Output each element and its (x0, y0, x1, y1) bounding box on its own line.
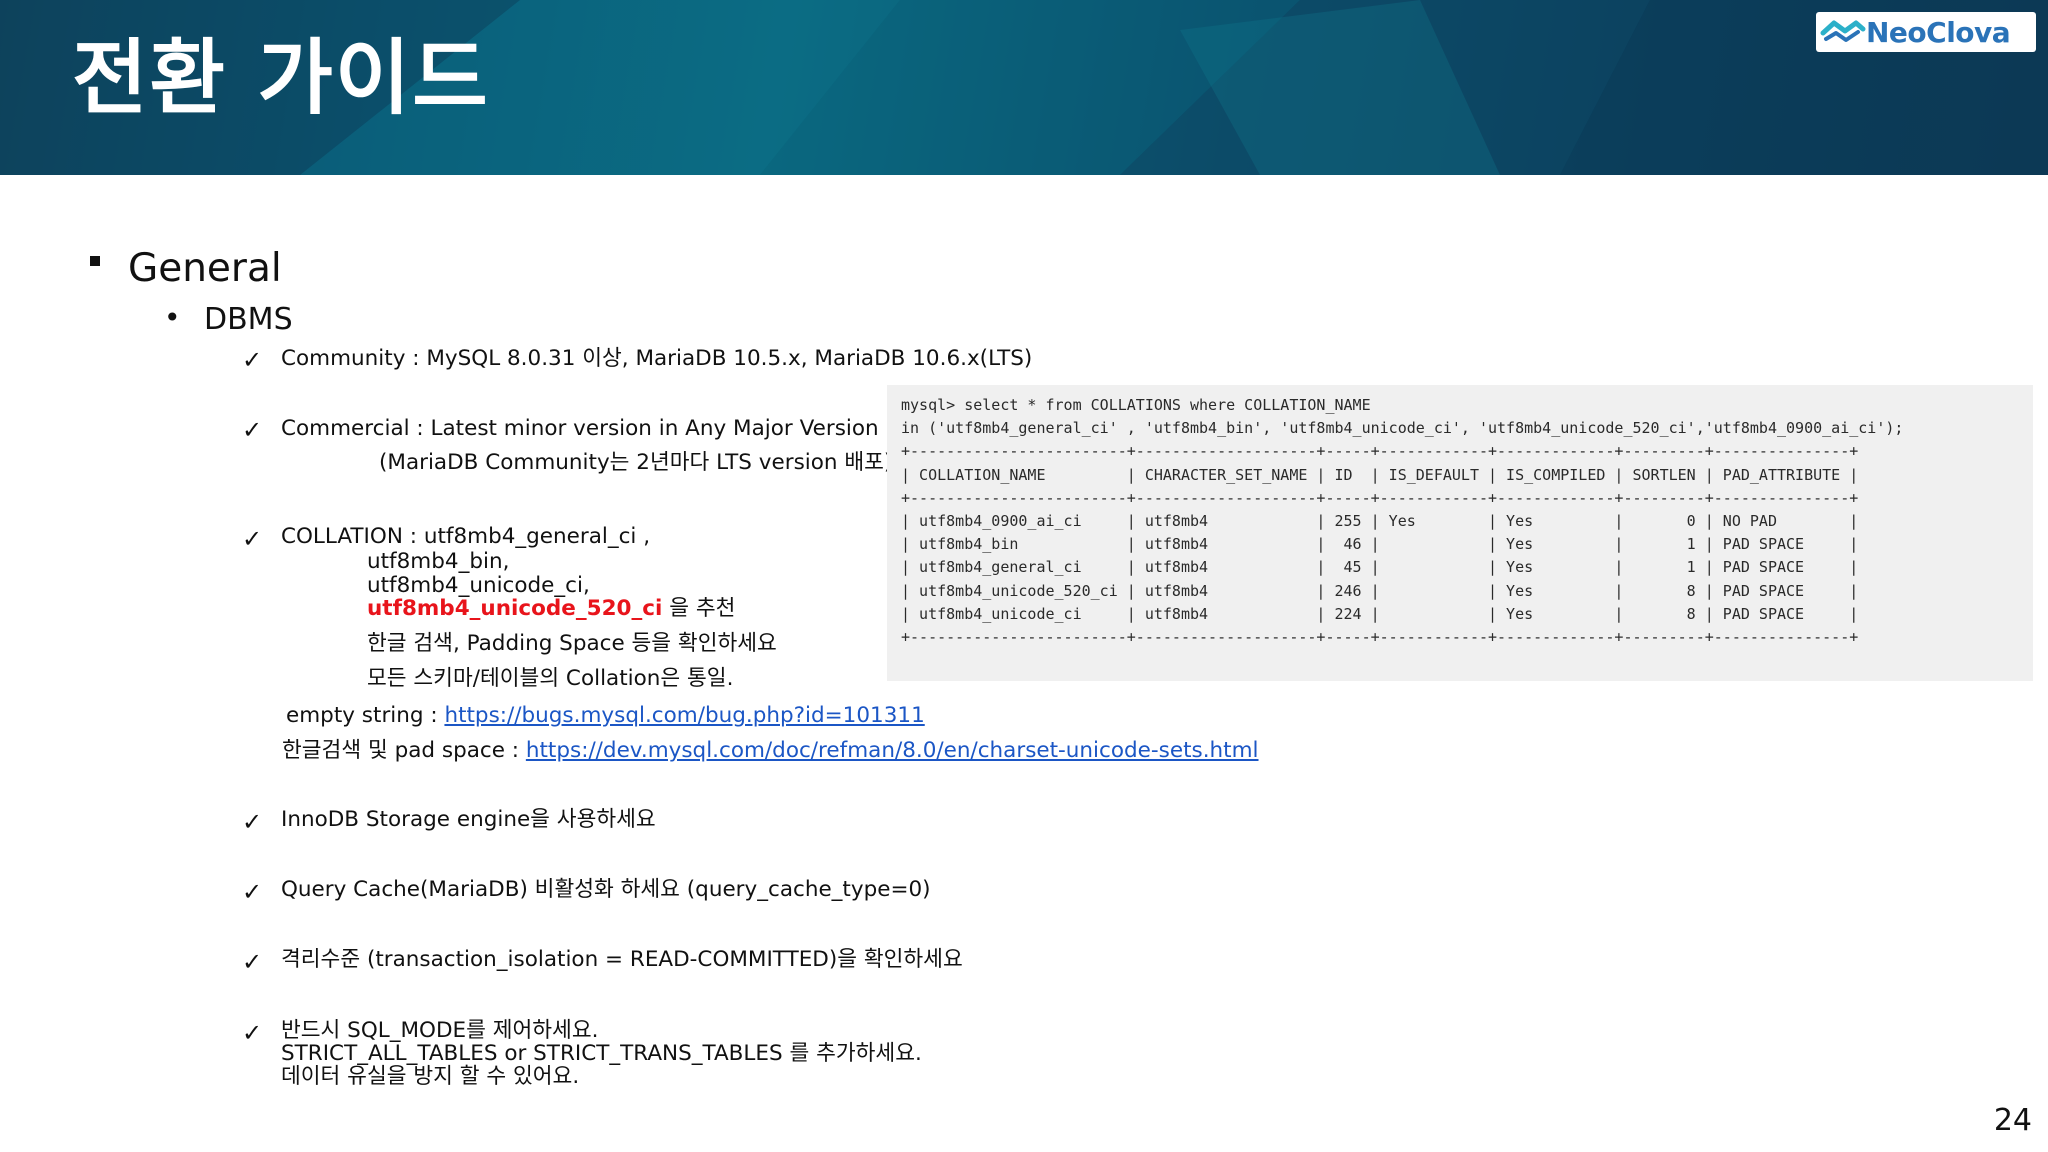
hangul-search-label: 한글검색 및 pad space : (282, 738, 526, 763)
collation-note-1: 한글 검색, Padding Space 등을 확인하세요 (367, 631, 777, 656)
sql-mode-line-1: 반드시 SQL_MODE를 제어하세요. (281, 1018, 599, 1043)
collation-recommendation: utf8mb4_unicode_520_ci 을 추천 (367, 597, 735, 621)
neoclova-logo-icon (1820, 20, 1866, 42)
sql-result-text: mysql> select * from COLLATIONS where CO… (901, 396, 1904, 647)
innodb-text: InnoDB Storage engine을 사용하세요 (281, 807, 656, 832)
collation-bin: utf8mb4_bin, (367, 549, 510, 574)
level2-bullet: • (164, 301, 181, 334)
sql-query-output: mysql> select * from COLLATIONS where CO… (887, 385, 2033, 681)
header-banner: 전환 가이드 NeoClova (0, 0, 2048, 175)
check-icon: ✓ (242, 346, 263, 374)
page-number: 24 (1993, 1103, 2032, 1138)
collation-unicode: utf8mb4_unicode_ci, (367, 573, 590, 598)
check-icon: ✓ (242, 1019, 263, 1047)
commercial-note: (MariaDB Community는 2년마다 LTS version 배포) (379, 450, 893, 475)
check-icon: ✓ (242, 525, 263, 553)
company-logo: NeoClova (1816, 12, 2036, 52)
charset-unicode-link[interactable]: https://dev.mysql.com/doc/refman/8.0/en/… (526, 738, 1259, 763)
check-icon: ✓ (242, 416, 263, 444)
heading-dbms: DBMS (204, 302, 293, 337)
isolation-text: 격리수준 (transaction_isolation = READ-COMMI… (281, 947, 963, 972)
community-text: Community : MySQL 8.0.31 이상, MariaDB 10.… (281, 346, 1033, 371)
collation-recommended-name: utf8mb4_unicode_520_ci (367, 596, 663, 621)
page-title: 전환 가이드 (72, 31, 490, 126)
collation-note-2: 모든 스키마/테이블의 Collation은 통일. (367, 666, 734, 691)
query-cache-text: Query Cache(MariaDB) 비활성화 하세요 (query_cac… (281, 877, 931, 902)
empty-string-label: empty string : (286, 703, 445, 728)
sql-mode-line-2: STRICT_ALL_TABLES or STRICT_TRANS_TABLES… (281, 1041, 922, 1066)
collation-recommended-suffix: 을 추천 (662, 596, 736, 621)
level1-bullet (90, 256, 100, 266)
commercial-text: Commercial : Latest minor version in Any… (281, 416, 879, 441)
empty-string-line: empty string : https://bugs.mysql.com/bu… (286, 704, 925, 728)
hangul-search-line: 한글검색 및 pad space : https://dev.mysql.com… (282, 739, 1259, 763)
logo-text: NeoClova (1866, 15, 2011, 49)
heading-general: General (128, 246, 282, 291)
collation-label: COLLATION : utf8mb4_general_ci , (281, 524, 651, 549)
check-icon: ✓ (242, 948, 263, 976)
empty-string-link[interactable]: https://bugs.mysql.com/bug.php?id=101311 (444, 703, 924, 728)
check-icon: ✓ (242, 808, 263, 836)
check-icon: ✓ (242, 878, 263, 906)
sql-mode-line-3: 데이터 유실을 방지 할 수 있어요. (281, 1064, 580, 1089)
